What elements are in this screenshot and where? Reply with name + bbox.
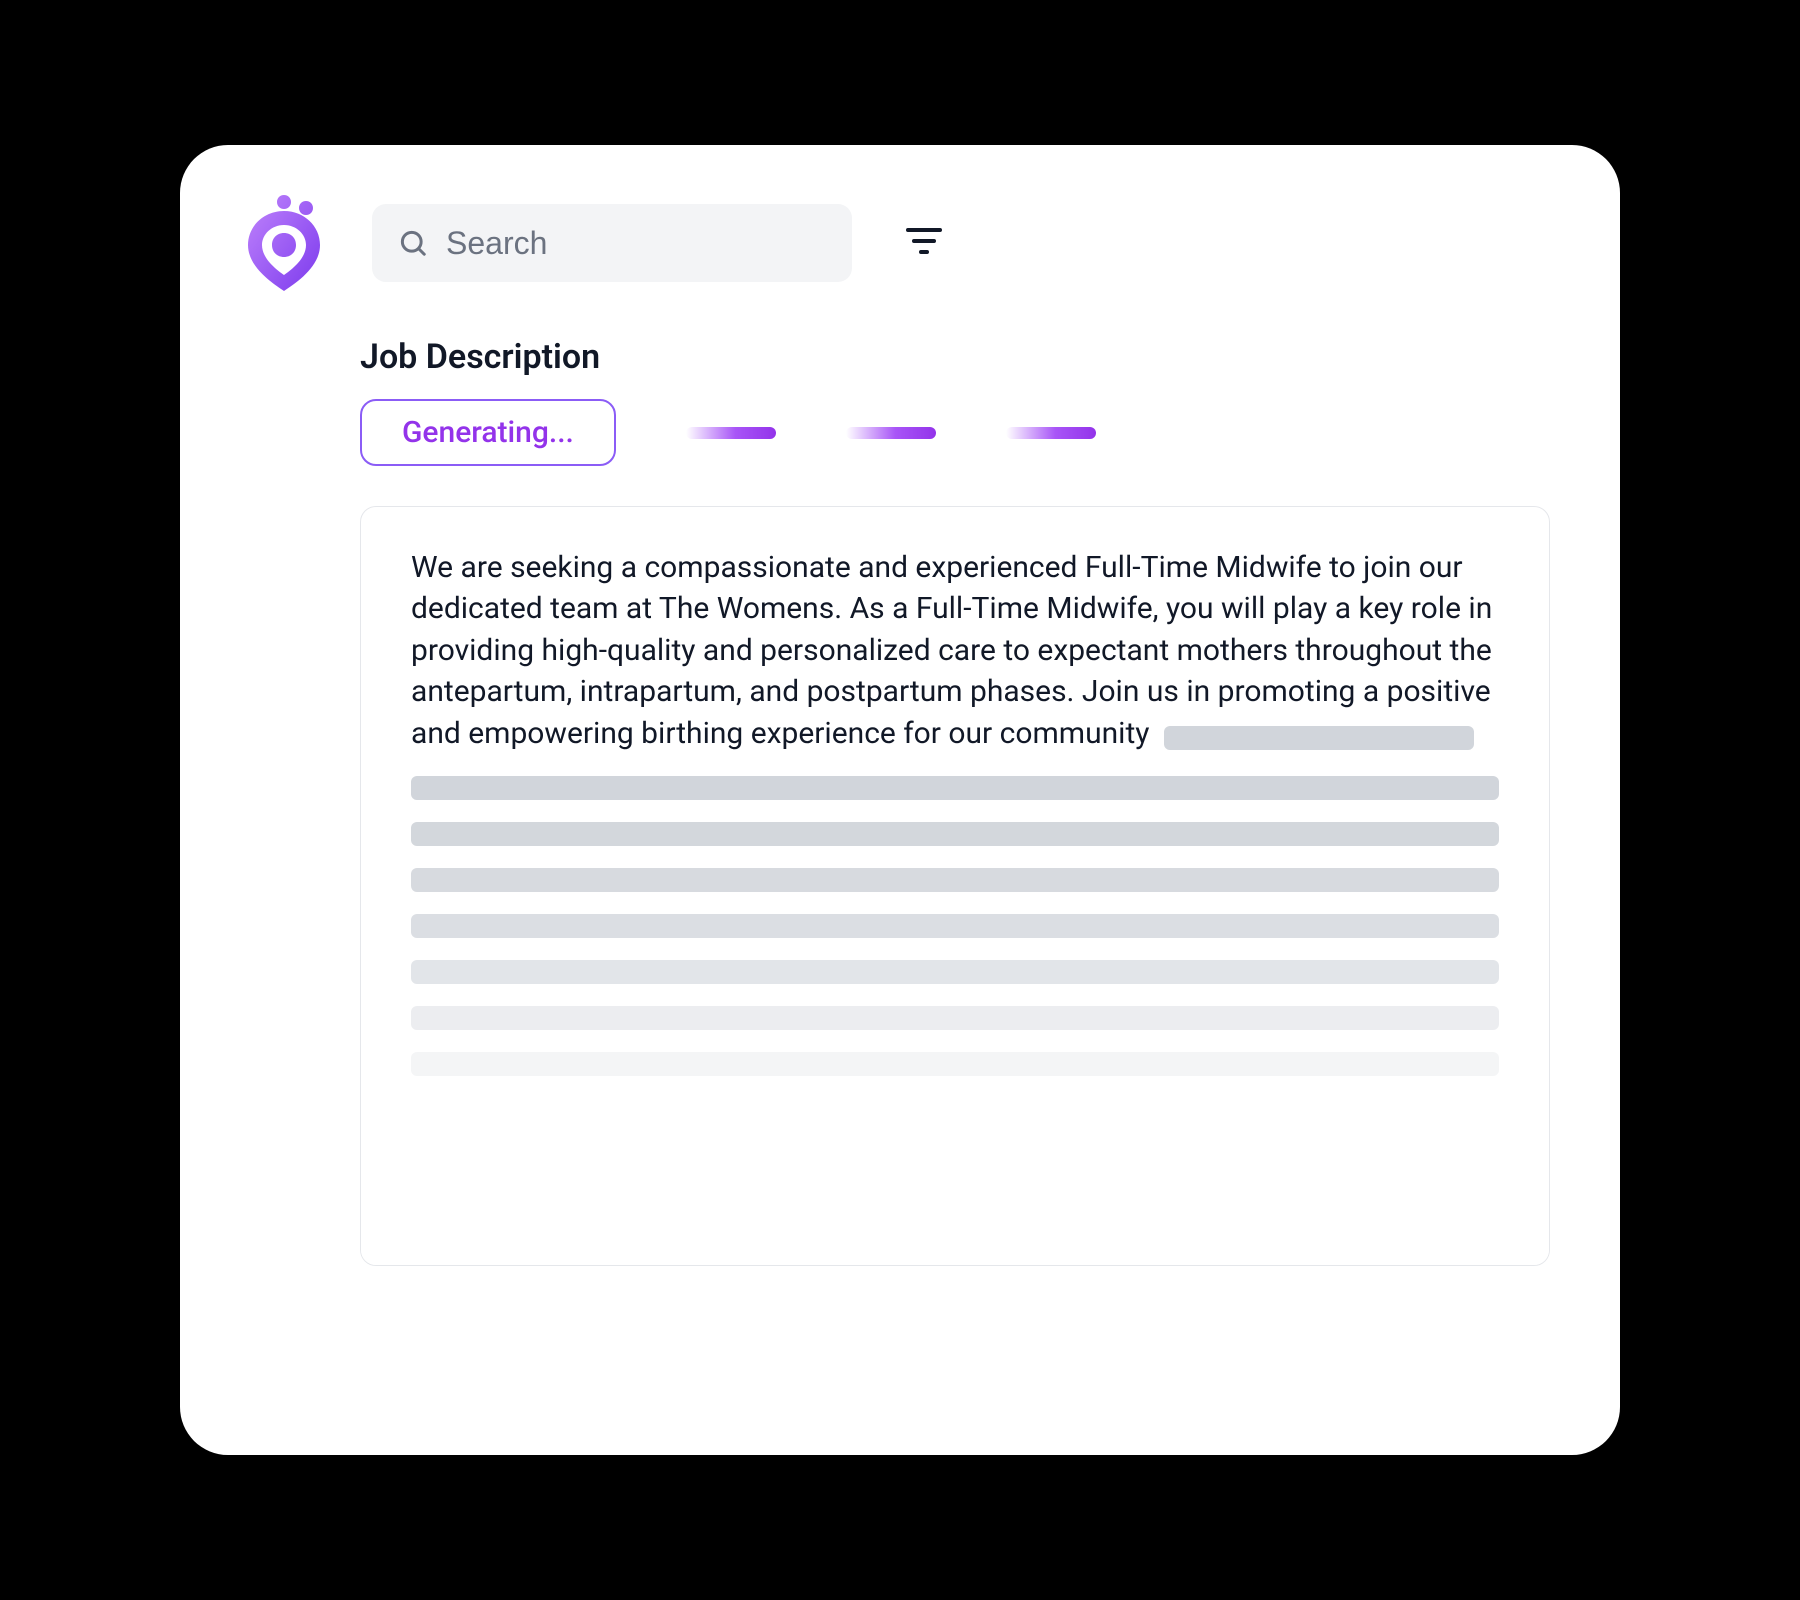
- skeleton-placeholder: [411, 776, 1499, 800]
- location-pin-icon: [240, 195, 328, 291]
- filter-icon: [906, 226, 942, 260]
- skeleton-placeholder: [411, 822, 1499, 846]
- search-input[interactable]: [446, 225, 826, 262]
- skeleton-placeholder: [411, 960, 1499, 984]
- skeleton-placeholder: [1164, 726, 1474, 750]
- status-row: Generating...: [360, 399, 1560, 466]
- skeleton-placeholder: [411, 868, 1499, 892]
- filter-button[interactable]: [896, 215, 952, 271]
- description-body-text: We are seeking a compassionate and exper…: [411, 550, 1492, 751]
- progress-dash-icon: [846, 427, 936, 439]
- top-bar: [240, 193, 1560, 293]
- generating-status-pill: Generating...: [360, 399, 616, 466]
- search-icon: [398, 228, 428, 258]
- section-title: Job Description: [360, 337, 1560, 377]
- progress-dash-icon: [686, 427, 776, 439]
- search-box[interactable]: [372, 204, 852, 282]
- progress-dash-icon: [1006, 427, 1096, 439]
- skeleton-placeholder: [411, 1052, 1499, 1076]
- skeleton-placeholder: [411, 914, 1499, 938]
- description-panel: We are seeking a compassionate and exper…: [360, 506, 1550, 1266]
- app-card: Job Description Generating... We are see…: [180, 145, 1620, 1455]
- fade-overlay: [361, 1105, 1549, 1265]
- skeleton-placeholder: [411, 1006, 1499, 1030]
- logo: [240, 195, 328, 291]
